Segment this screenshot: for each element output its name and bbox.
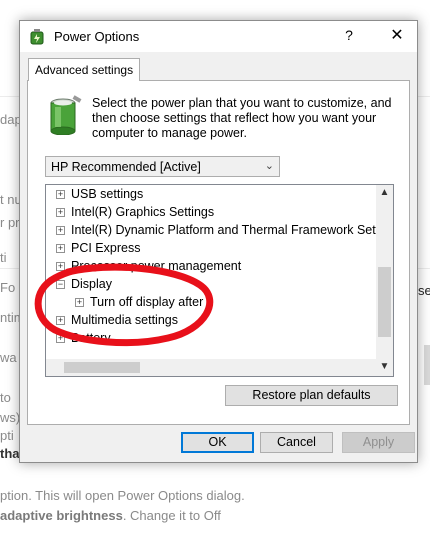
background-scroll-hint [424,345,430,385]
background-text: Fo [0,280,16,295]
advanced-settings-panel: Select the power plan that you want to c… [27,80,410,425]
tree-item-label: Intel(R) Graphics Settings [71,205,215,219]
background-text: ws) [0,410,21,425]
background-instruction: ption. This will open Power Options dial… [0,488,245,503]
background-instruction: adaptive brightness. Change it to Off [0,508,221,523]
expand-icon[interactable]: + [56,208,65,217]
background-text: se [418,283,430,298]
background-text: to [0,390,11,405]
tree-item-label: Intel(R) Dynamic Platform and Thermal Fr… [71,223,394,237]
title-bar[interactable]: Power Options ? ✕ [20,21,417,52]
background-text: pti [0,428,14,443]
battery-plan-icon [50,95,82,135]
plan-description: Select the power plan that you want to c… [92,96,392,140]
power-options-icon [30,28,44,44]
background-text: wa [0,350,17,365]
tree-item-label: Processor power management [71,259,242,273]
tree-item-label: Display [71,277,112,291]
scroll-up-icon[interactable]: ▲ [376,187,393,198]
power-plan-selected: HP Recommended [Active] [51,159,201,174]
close-button[interactable]: ✕ [387,25,407,45]
settings-tree[interactable]: + USB settings + Intel(R) Graphics Settings… [45,184,394,377]
expand-icon[interactable]: + [56,262,65,271]
tree-item-label: Turn off display after [90,295,204,309]
vertical-scroll-thumb[interactable] [378,267,391,337]
background-text: tha [0,446,20,461]
expand-icon[interactable]: + [56,334,65,343]
cancel-button[interactable]: Cancel [260,432,333,453]
expand-icon[interactable]: + [56,190,65,199]
collapse-icon[interactable]: − [56,280,65,289]
vertical-scrollbar[interactable]: ▲ ▼ [376,185,393,376]
tab-advanced-settings[interactable]: Advanced settings [28,58,141,81]
power-plan-dropdown[interactable]: HP Recommended [Active] ⌄ [45,156,280,177]
horizontal-scrollbar[interactable] [46,359,377,376]
dialog-title: Power Options [54,29,140,44]
expand-icon[interactable]: + [56,226,65,235]
tree-item-label: USB settings [71,187,144,201]
power-options-dialog: Power Options ? ✕ Advanced settings Sele… [19,20,418,463]
help-button[interactable]: ? [339,27,359,43]
background-bold-text: adaptive brightness [0,508,123,523]
expand-icon[interactable]: + [56,316,65,325]
background-text: ti [0,250,7,265]
ok-button[interactable]: OK [181,432,254,453]
chevron-down-icon: ⌄ [264,160,274,172]
horizontal-scroll-thumb[interactable] [64,362,140,373]
apply-button[interactable]: Apply [342,432,415,453]
tree-item-label: Battery [71,331,111,345]
background-text: . Change it to Off [122,508,221,523]
tree-item-label: PCI Express [71,241,141,255]
expand-icon[interactable]: + [56,244,65,253]
scroll-down-icon[interactable]: ▼ [376,361,393,372]
expand-icon[interactable]: + [75,298,84,307]
restore-plan-defaults-button[interactable]: Restore plan defaults [225,385,398,406]
tree-item-label: Multimedia settings [71,313,178,327]
